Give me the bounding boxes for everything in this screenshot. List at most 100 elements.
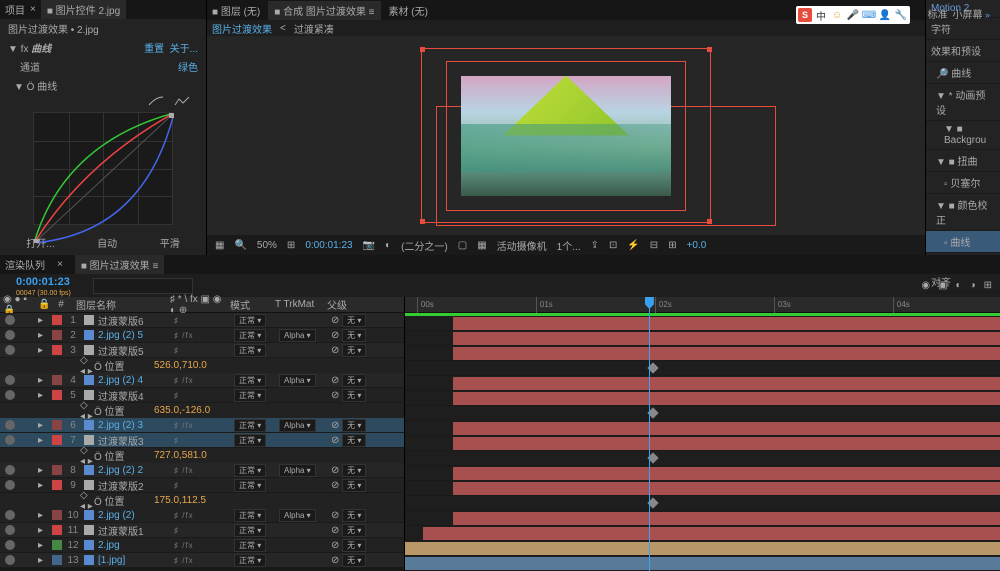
character-panel[interactable]: 字符: [926, 18, 1000, 40]
grid-icon[interactable]: ▦: [215, 240, 224, 251]
timeline-layer-row[interactable]: ▸ 5 过渡蒙版4 ♯ 正常 ▾ ⊘ 无 ▾: [0, 388, 404, 403]
channel-icon[interactable]: ◐: [385, 240, 391, 251]
composition-viewer: ■ 图层 (无) ■ 合成 图片过渡效果 ≡ 素材 (无) 图片过渡效果 < 过…: [207, 0, 925, 255]
time-ruler[interactable]: 00s 01s 02s 03s 04s: [405, 297, 1000, 313]
timeline-track[interactable]: [405, 436, 1000, 451]
timeline-track[interactable]: [405, 466, 1000, 481]
ime-toolbar[interactable]: S 中 ☺ 🎤 ⌨ 👤 🔧: [796, 6, 910, 24]
preset-item-2[interactable]: ▼ ■ Backgrou: [926, 121, 1000, 150]
channel-row[interactable]: 通道 绿色: [0, 57, 206, 76]
preset-item-3[interactable]: ▼ ■ 扭曲: [926, 150, 1000, 172]
timeline-layer-row[interactable]: ▸ 2 2.jpg (2) 5 ♯ /fx 正常 ▾ Alpha ▾ ⊘ 无 ▾: [0, 328, 404, 343]
viewer-canvas[interactable]: [207, 36, 925, 235]
panel-tabs: 项目 × ■ 图片控件 2.jpg: [0, 0, 206, 19]
timeline-layer-row[interactable]: ▸ 3 过渡蒙版5 ♯ 正常 ▾ ⊘ 无 ▾: [0, 343, 404, 358]
roi-icon[interactable]: ▢: [458, 240, 467, 251]
viewer-tab-footage[interactable]: 素材 (无): [389, 3, 428, 18]
curve-type-bezier-icon[interactable]: [173, 95, 191, 107]
timeline-icon[interactable]: ⊟: [650, 240, 658, 251]
timeline-comp-tab[interactable]: ■ 图片过渡效果 ≡: [75, 255, 164, 274]
timeline-tracks-area[interactable]: 00s 01s 02s 03s 04s: [405, 297, 1000, 571]
preset-item-1[interactable]: ▼ * 动画预设: [926, 84, 1000, 121]
effect-controls-tab[interactable]: ■ 图片控件 2.jpg: [41, 0, 126, 19]
time-display[interactable]: 0:00:01:23: [305, 240, 352, 251]
timeline-layer-row[interactable]: ▸ 10 2.jpg (2) ♯ /fx 正常 ▾ Alpha ▾ ⊘ 无 ▾: [0, 508, 404, 523]
timeline-track[interactable]: [405, 391, 1000, 406]
timeline-layer-row[interactable]: ▸ 6 2.jpg (2) 3 ♯ /fx 正常 ▾ Alpha ▾ ⊘ 无 ▾: [0, 418, 404, 433]
res-toggle[interactable]: ⊞: [287, 240, 295, 251]
ime-lang[interactable]: 中: [814, 8, 828, 22]
render-queue-tab[interactable]: 渲染队列: [5, 257, 45, 272]
filter-link[interactable]: 过渡紧凑: [294, 21, 334, 36]
magnify-icon[interactable]: 🔍: [234, 240, 246, 251]
timeline-layer-row[interactable]: ▸ 1 过渡蒙版6 ♯ 正常 ▾ ⊘ 无 ▾: [0, 313, 404, 328]
timeline-track[interactable]: [405, 511, 1000, 526]
preset-search[interactable]: 🔎 曲线: [926, 62, 1000, 84]
tl-icon-1[interactable]: ◉: [921, 280, 930, 291]
timeline-layer-row[interactable]: ▸ 12 2.jpg ♯ /fx 正常 ▾ ⊘ 无 ▾: [0, 538, 404, 553]
layer-property-position[interactable]: ◇ ◂ ▸Ö 位置635.0,-126.0: [0, 403, 404, 418]
curves-graph[interactable]: [33, 112, 173, 225]
timeline-layer-row[interactable]: ▸ 8 2.jpg (2) 2 ♯ /fx 正常 ▾ Alpha ▾ ⊘ 无 ▾: [0, 463, 404, 478]
timeline-track[interactable]: [405, 421, 1000, 436]
layer-property-position[interactable]: ◇ ◂ ▸Ö 位置727.0,581.0: [0, 448, 404, 463]
ime-user-icon[interactable]: 👤: [878, 8, 892, 22]
effects-presets-panel[interactable]: 效果和预设: [926, 40, 1000, 62]
ime-tool-icon[interactable]: 🔧: [894, 8, 908, 22]
viewer-tab-layer[interactable]: ■ 图层 (无): [212, 3, 260, 18]
ime-emoji-icon[interactable]: ☺: [830, 8, 844, 22]
flowchart-icon[interactable]: ⊞: [668, 240, 676, 251]
composition-preview: [461, 76, 671, 196]
viewer-controls: ▦ 🔍 50% ⊞ 0:00:01:23 📷 ◐ (二分之一) ▢ ▦ 活动摄像…: [207, 235, 925, 255]
timeline-layer-row[interactable]: ▸ 13 [1.jpg] ♯ /fx 正常 ▾ ⊘ 无 ▾: [0, 553, 404, 568]
zoom-dropdown[interactable]: 50%: [257, 240, 277, 251]
timeline-layer-row[interactable]: ▸ 4 2.jpg (2) 4 ♯ /fx 正常 ▾ Alpha ▾ ⊘ 无 ▾: [0, 373, 404, 388]
tl-icon-5[interactable]: ⊞: [984, 280, 992, 291]
timeline-track[interactable]: [405, 526, 1000, 541]
curves-row[interactable]: ▼ Ö 曲线: [0, 76, 206, 95]
timeline-track[interactable]: [405, 316, 1000, 331]
pixel-icon[interactable]: ⊡: [609, 240, 617, 251]
workspace-tabs[interactable]: 标准 小屏幕 »: [927, 6, 990, 21]
timeline-track[interactable]: [405, 376, 1000, 391]
effect-name-row[interactable]: ▼ fx 曲线 重置 关于...: [0, 38, 206, 57]
tl-icon-3[interactable]: ◐: [956, 280, 962, 291]
timeline-track[interactable]: [405, 541, 1000, 556]
search-input[interactable]: [93, 278, 193, 294]
effect-controls-panel: 项目 × ■ 图片控件 2.jpg 图片过渡效果 • 2.jpg ▼ fx 曲线…: [0, 0, 207, 255]
playhead[interactable]: [649, 297, 650, 571]
preset-item-5[interactable]: ▼ ■ 颜色校正: [926, 194, 1000, 231]
timeline-track[interactable]: [405, 331, 1000, 346]
views-dropdown[interactable]: 1个...: [557, 238, 581, 253]
tl-icon-4[interactable]: ◑: [970, 280, 976, 291]
share-icon[interactable]: ⇪: [591, 240, 599, 251]
preset-item-4[interactable]: ▫ 贝塞尔: [926, 172, 1000, 194]
transparency-icon[interactable]: ▦: [477, 240, 486, 251]
timeline-layer-row[interactable]: ▸ 9 过渡蒙版2 ♯ 正常 ▾ ⊘ 无 ▾: [0, 478, 404, 493]
timeline-columns-header: ◉ ● ▪ 🔒 🔒 # 图层名称 ♯ * \ fx ▣ ◉ ◐ ⊕ 模式 T T…: [0, 297, 404, 313]
timeline-track[interactable]: [405, 481, 1000, 496]
viewer-tab-comp[interactable]: ■ 合成 图片过渡效果 ≡: [268, 1, 380, 20]
timeline-layer-list: ◉ ● ▪ 🔒 🔒 # 图层名称 ♯ * \ fx ▣ ◉ ◐ ⊕ 模式 T T…: [0, 297, 405, 571]
comp-link[interactable]: 图片过渡效果: [212, 21, 272, 36]
exposure-value[interactable]: +0.0: [687, 240, 707, 251]
ime-keyboard-icon[interactable]: ⌨: [862, 8, 876, 22]
project-tab[interactable]: 项目: [5, 2, 25, 17]
fast-preview-icon[interactable]: ⚡: [627, 240, 639, 251]
layer-property-position[interactable]: ◇ ◂ ▸Ö 位置175.0,112.5: [0, 493, 404, 508]
camera-dropdown[interactable]: 活动摄像机: [497, 238, 547, 253]
ime-mic-icon[interactable]: 🎤: [846, 8, 860, 22]
timeline-track[interactable]: [405, 556, 1000, 571]
timeline-layer-row[interactable]: ▸ 11 过渡蒙版1 ♯ 正常 ▾ ⊘ 无 ▾: [0, 523, 404, 538]
snapshot-icon[interactable]: 📷: [363, 240, 375, 251]
timeline-panel: 渲染队列 × ■ 图片过渡效果 ≡ 0:00:01:23 00047 (30.0…: [0, 255, 1000, 515]
preset-item-6[interactable]: ▫ 曲线: [926, 231, 1000, 253]
resolution-dropdown[interactable]: (二分之一): [401, 238, 448, 253]
layer-property-position[interactable]: ◇ ◂ ▸Ö 位置526.0,710.0: [0, 358, 404, 373]
ime-logo-icon[interactable]: S: [798, 8, 812, 22]
timeline-layer-row[interactable]: ▸ 7 过渡蒙版3 ♯ 正常 ▾ ⊘ 无 ▾: [0, 433, 404, 448]
timeline-track[interactable]: [405, 346, 1000, 361]
curve-type-line-icon[interactable]: [147, 95, 165, 107]
current-time[interactable]: 0:00:01:23: [8, 274, 78, 290]
tl-icon-2[interactable]: ▣: [938, 280, 947, 291]
